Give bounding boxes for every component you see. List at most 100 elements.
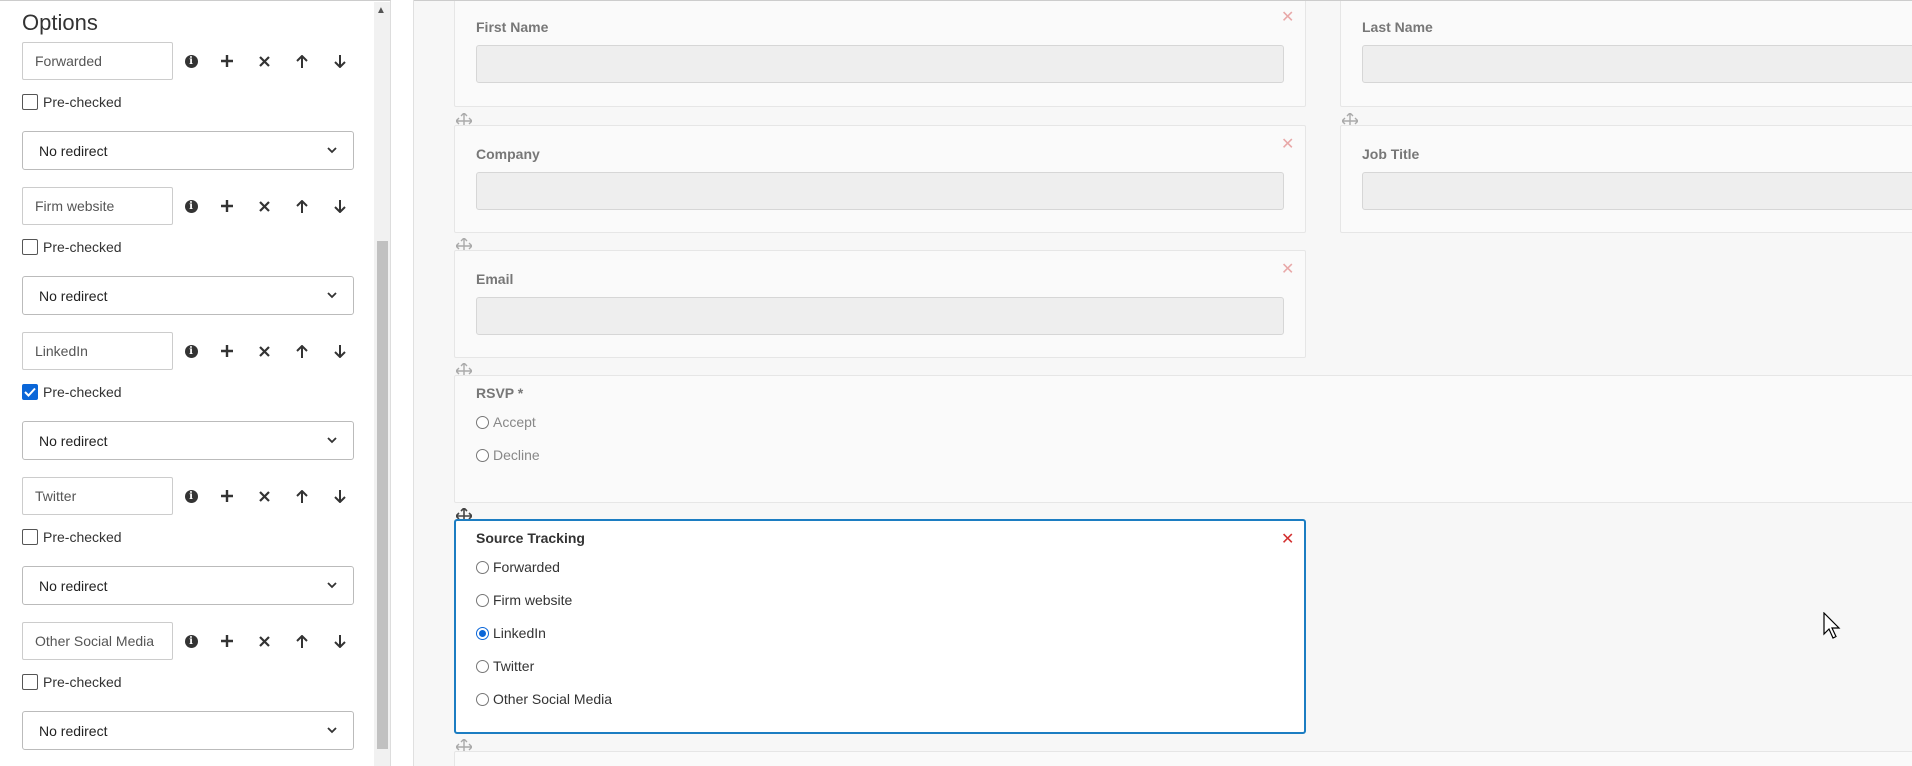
radio-button[interactable] (476, 626, 489, 640)
first-name-input[interactable] (476, 45, 1284, 83)
redirect-select-value: No redirect (39, 287, 108, 304)
plus-icon[interactable] (215, 187, 239, 225)
redirect-select[interactable]: No redirect (22, 711, 354, 750)
option-value-input[interactable]: LinkedIn (22, 332, 173, 370)
times-icon[interactable] (252, 42, 276, 80)
form-canvas: First Name ✕ Last Name Company ✕ Job Tit… (414, 0, 1912, 766)
field-label: RSVP * (476, 385, 524, 401)
prechecked-row: Pre-checked (22, 671, 122, 693)
company-input[interactable] (476, 172, 1284, 210)
chevron-down-icon (327, 292, 337, 299)
info-icon[interactable]: i (179, 187, 203, 225)
remove-field-icon[interactable]: ✕ (1281, 134, 1294, 154)
option-value-input[interactable]: Firm website (22, 187, 173, 225)
field-company[interactable]: Company ✕ (454, 125, 1306, 233)
arrow-up-icon[interactable] (290, 187, 314, 225)
remove-field-icon[interactable]: ✕ (1281, 529, 1294, 549)
redirect-select[interactable]: No redirect (22, 131, 354, 170)
redirect-select-value: No redirect (39, 722, 108, 739)
redirect-select-value: No redirect (39, 577, 108, 594)
radio-button[interactable] (476, 415, 489, 429)
arrow-down-icon[interactable] (328, 477, 352, 515)
panel-scrollbar-thumb[interactable] (377, 241, 388, 749)
redirect-select-value: No redirect (39, 432, 108, 449)
arrow-down-icon[interactable] (328, 42, 352, 80)
arrow-down-icon[interactable] (328, 332, 352, 370)
checkmark-icon (24, 387, 36, 397)
times-icon[interactable] (252, 332, 276, 370)
plus-icon[interactable] (215, 42, 239, 80)
info-icon[interactable]: i (179, 42, 203, 80)
radio-button[interactable] (476, 593, 489, 607)
source-option[interactable]: Twitter (476, 658, 534, 674)
prechecked-row: Pre-checked (22, 381, 122, 403)
times-icon[interactable] (252, 622, 276, 660)
email-input[interactable] (476, 297, 1284, 335)
field-next[interactable] (454, 751, 1912, 766)
scroll-up-arrow-icon[interactable]: ▲ (376, 5, 386, 16)
prechecked-row: Pre-checked (22, 91, 122, 113)
prechecked-row: Pre-checked (22, 236, 122, 258)
option-value-input[interactable]: Twitter (22, 477, 173, 515)
source-option[interactable]: Other Social Media (476, 691, 612, 707)
radio-button[interactable] (476, 659, 489, 673)
info-icon[interactable]: i (179, 332, 203, 370)
options-panel-title: Options (22, 10, 98, 35)
prechecked-checkbox[interactable] (22, 674, 38, 690)
plus-icon[interactable] (215, 477, 239, 515)
prechecked-label: Pre-checked (43, 384, 122, 400)
arrow-down-icon[interactable] (328, 622, 352, 660)
redirect-select[interactable]: No redirect (22, 276, 354, 315)
arrow-up-icon[interactable] (290, 622, 314, 660)
field-label: Company (476, 146, 540, 162)
rsvp-option-accept[interactable]: Accept (476, 414, 536, 430)
prechecked-checkbox[interactable] (22, 384, 38, 400)
source-option[interactable]: Firm website (476, 592, 572, 608)
radio-button[interactable] (476, 560, 489, 574)
arrow-up-icon[interactable] (290, 477, 314, 515)
field-label: First Name (476, 19, 549, 35)
prechecked-checkbox[interactable] (22, 529, 38, 545)
arrow-down-icon[interactable] (328, 187, 352, 225)
field-email[interactable]: Email ✕ (454, 250, 1306, 358)
remove-field-icon[interactable]: ✕ (1281, 259, 1294, 279)
prechecked-checkbox[interactable] (22, 94, 38, 110)
field-label: Job Title (1362, 146, 1420, 162)
option-value-input[interactable]: Forwarded (22, 42, 173, 80)
plus-icon[interactable] (215, 332, 239, 370)
radio-label: Accept (493, 414, 536, 430)
field-rsvp[interactable]: RSVP * Accept Decline (454, 375, 1912, 503)
field-last-name[interactable]: Last Name (1340, 1, 1912, 107)
times-icon[interactable] (252, 187, 276, 225)
remove-field-icon[interactable]: ✕ (1281, 7, 1294, 27)
info-icon[interactable]: i (179, 477, 203, 515)
source-option[interactable]: LinkedIn (476, 625, 546, 641)
option-value-input[interactable]: Other Social Media (22, 622, 173, 660)
radio-label: LinkedIn (493, 625, 546, 641)
rsvp-option-decline[interactable]: Decline (476, 447, 540, 463)
redirect-select[interactable]: No redirect (22, 421, 354, 460)
field-first-name[interactable]: First Name ✕ (454, 1, 1306, 107)
job-title-input[interactable] (1362, 172, 1912, 210)
field-job-title[interactable]: Job Title (1340, 125, 1912, 233)
chevron-down-icon (327, 147, 337, 154)
options-panel: Options Forwarded i Pre-checked No redir… (0, 0, 391, 766)
prechecked-label: Pre-checked (43, 529, 122, 545)
source-option[interactable]: Forwarded (476, 559, 560, 575)
field-label: Last Name (1362, 19, 1433, 35)
radio-button[interactable] (476, 448, 489, 462)
field-label: Source Tracking (476, 530, 585, 546)
times-icon[interactable] (252, 477, 276, 515)
redirect-select-value: No redirect (39, 142, 108, 159)
prechecked-label: Pre-checked (43, 239, 122, 255)
info-icon[interactable]: i (179, 622, 203, 660)
redirect-select[interactable]: No redirect (22, 566, 354, 605)
field-source-tracking[interactable]: Source Tracking ✕ Forwarded Firm website… (454, 519, 1306, 734)
prechecked-checkbox[interactable] (22, 239, 38, 255)
radio-button[interactable] (476, 692, 489, 706)
arrow-up-icon[interactable] (290, 42, 314, 80)
radio-label: Other Social Media (493, 691, 613, 707)
arrow-up-icon[interactable] (290, 332, 314, 370)
last-name-input[interactable] (1362, 45, 1912, 83)
plus-icon[interactable] (215, 622, 239, 660)
